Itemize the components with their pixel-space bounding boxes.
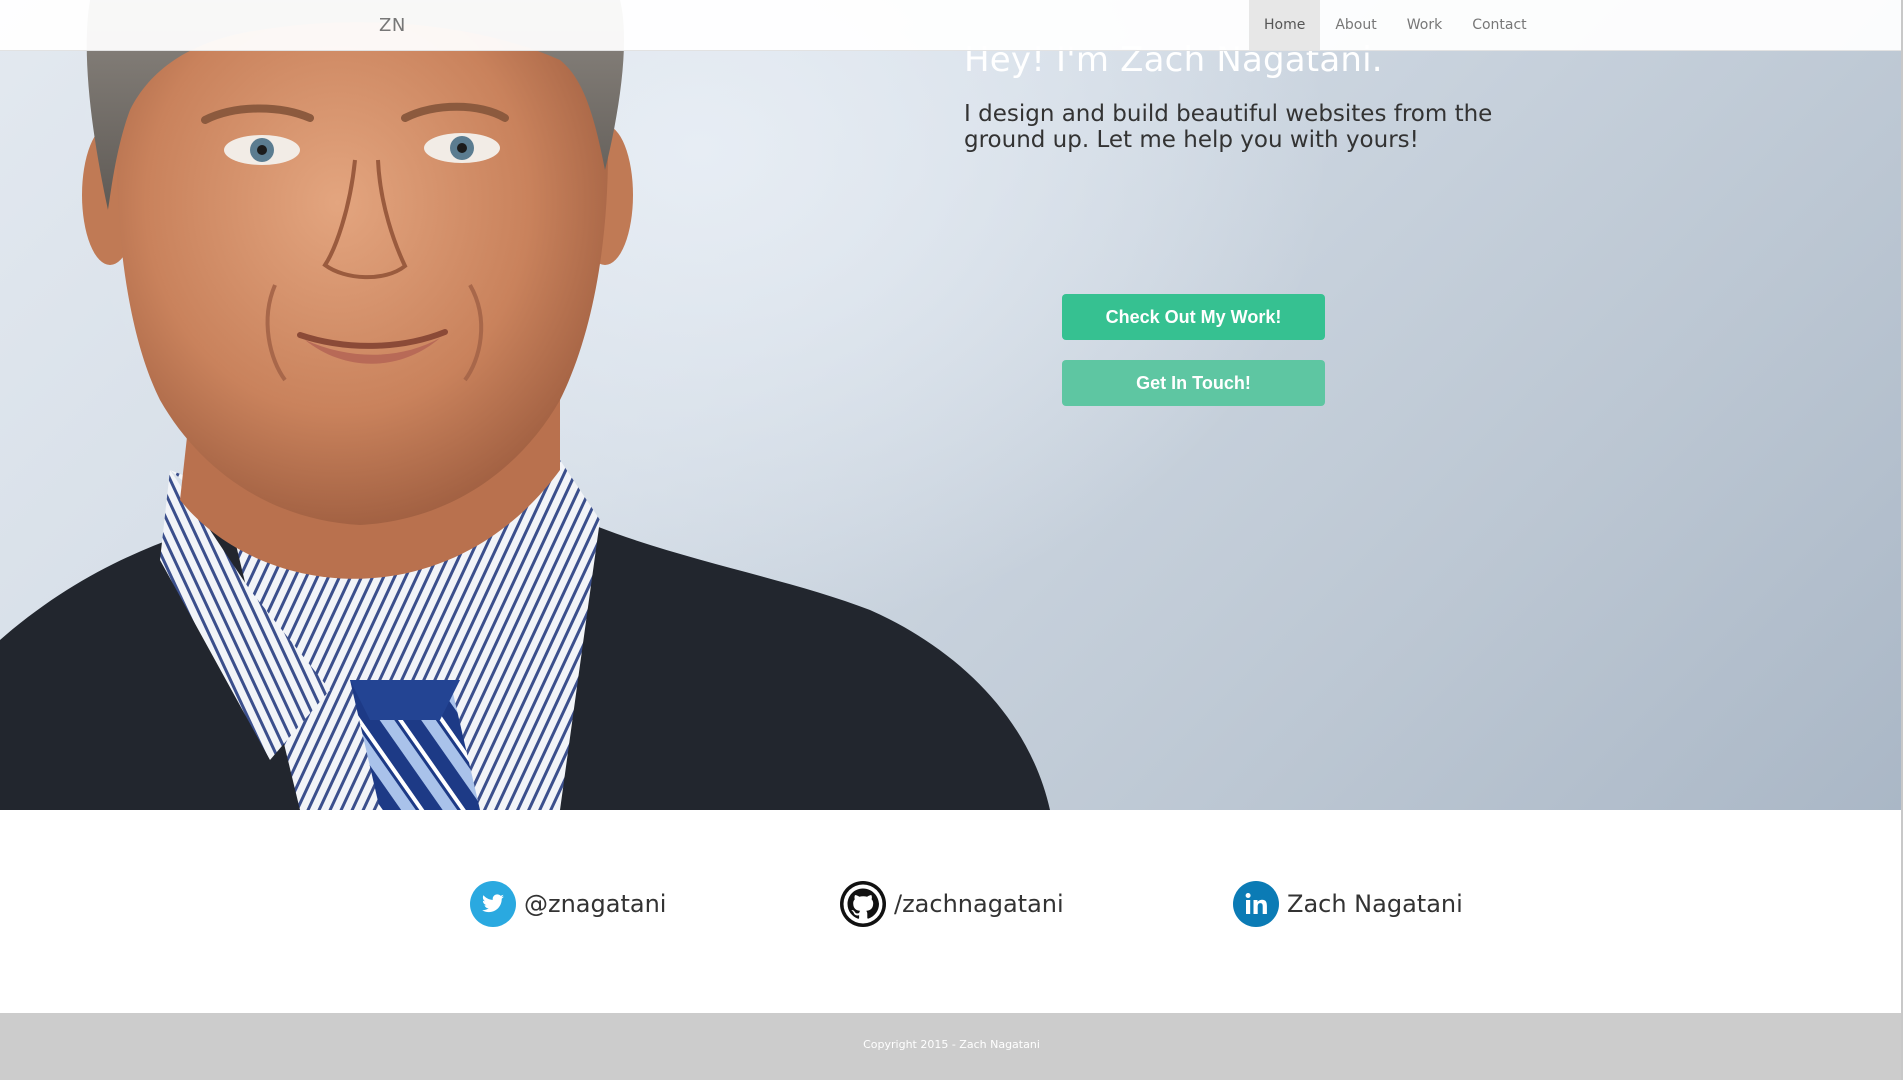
navbar: ZN Home About Work Contact xyxy=(0,0,1903,51)
footer: Copyright 2015 - Zach Nagatani xyxy=(0,1013,1903,1080)
copyright-text: Copyright 2015 - Zach Nagatani xyxy=(863,1038,1040,1051)
github-handle: /zachnagatani xyxy=(894,890,1064,918)
twitter-link[interactable]: @znagatani xyxy=(470,880,666,928)
linkedin-icon xyxy=(1233,881,1279,927)
linkedin-link[interactable]: Zach Nagatani xyxy=(1233,880,1463,928)
nav-item-work[interactable]: Work xyxy=(1392,0,1457,50)
twitter-icon xyxy=(470,881,516,927)
linkedin-name: Zach Nagatani xyxy=(1287,890,1463,918)
twitter-handle: @znagatani xyxy=(524,890,667,918)
github-link[interactable]: /zachnagatani xyxy=(840,880,1064,928)
hero-section: Hey! I'm Zach Nagatani. I design and bui… xyxy=(0,0,1903,810)
check-out-work-button[interactable]: Check Out My Work! xyxy=(1062,294,1325,340)
get-in-touch-button[interactable]: Get In Touch! xyxy=(1062,360,1325,406)
nav-item-contact[interactable]: Contact xyxy=(1457,0,1541,50)
nav-item-about[interactable]: About xyxy=(1320,0,1391,50)
github-icon xyxy=(840,881,886,927)
nav-menu: Home About Work Contact xyxy=(1249,0,1542,50)
portrait-photo xyxy=(0,0,1050,810)
brand-logo[interactable]: ZN xyxy=(379,15,406,36)
nav-item-home[interactable]: Home xyxy=(1249,0,1321,50)
hero-subtitle: I design and build beautiful websites fr… xyxy=(964,101,1493,153)
